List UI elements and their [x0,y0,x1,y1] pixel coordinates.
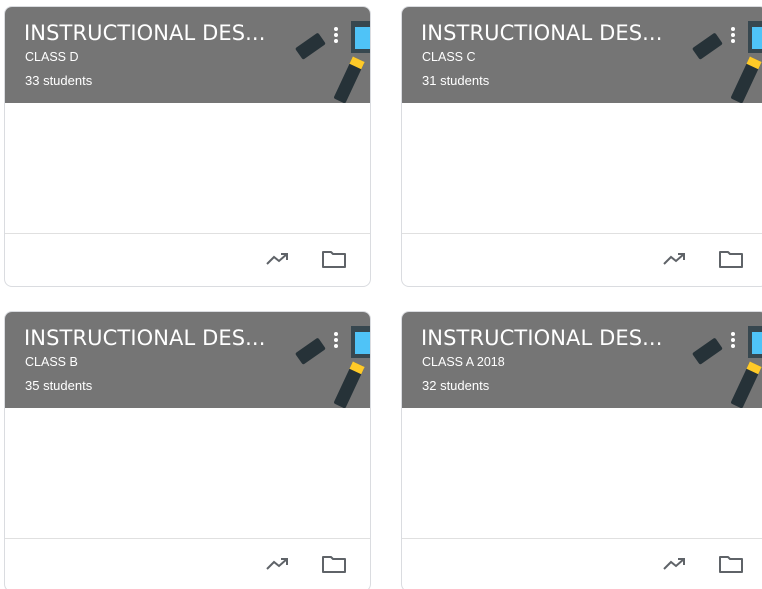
trending-up-icon[interactable] [662,249,688,269]
class-card[interactable]: INSTRUCTIONAL DES... CLASS B 35 students [4,311,371,589]
class-card-body [5,408,370,539]
class-card-body [402,408,762,539]
trending-up-icon[interactable] [662,554,688,574]
art-supplies-illustration [295,21,370,103]
class-title[interactable]: INSTRUCTIONAL DES... [24,326,265,350]
class-card-body [5,103,370,234]
class-section: CLASS C [422,50,476,64]
class-card[interactable]: INSTRUCTIONAL DES... CLASS D 33 students [4,6,371,287]
more-vert-icon[interactable] [727,330,739,352]
class-card-body [402,103,762,234]
class-card-footer [402,537,762,589]
folder-icon[interactable] [321,554,347,574]
class-card-footer [5,537,370,589]
student-count: 35 students [25,378,93,393]
art-supplies-illustration [692,326,762,408]
class-card-footer [5,232,370,286]
class-card-footer [402,232,762,286]
class-section: CLASS B [25,355,78,369]
class-title[interactable]: INSTRUCTIONAL DES... [421,326,662,350]
class-section: CLASS A 2018 [422,355,505,369]
more-vert-icon[interactable] [330,330,342,352]
more-vert-icon[interactable] [727,25,739,47]
trending-up-icon[interactable] [265,554,291,574]
more-vert-icon[interactable] [330,25,342,47]
class-card-header[interactable]: INSTRUCTIONAL DES... CLASS C 31 students [402,7,762,103]
student-count: 32 students [422,378,490,393]
class-card[interactable]: INSTRUCTIONAL DES... CLASS A 2018 32 stu… [401,311,762,589]
class-card-header[interactable]: INSTRUCTIONAL DES... CLASS B 35 students [5,312,370,408]
folder-icon[interactable] [718,249,744,269]
class-title[interactable]: INSTRUCTIONAL DES... [24,21,265,45]
class-card-header[interactable]: INSTRUCTIONAL DES... CLASS D 33 students [5,7,370,103]
class-card[interactable]: INSTRUCTIONAL DES... CLASS C 31 students [401,6,762,287]
art-supplies-illustration [295,326,370,408]
folder-icon[interactable] [718,554,744,574]
folder-icon[interactable] [321,249,347,269]
trending-up-icon[interactable] [265,249,291,269]
student-count: 33 students [25,73,93,88]
student-count: 31 students [422,73,490,88]
class-section: CLASS D [25,50,79,64]
art-supplies-illustration [692,21,762,103]
class-title[interactable]: INSTRUCTIONAL DES... [421,21,662,45]
class-card-header[interactable]: INSTRUCTIONAL DES... CLASS A 2018 32 stu… [402,312,762,408]
